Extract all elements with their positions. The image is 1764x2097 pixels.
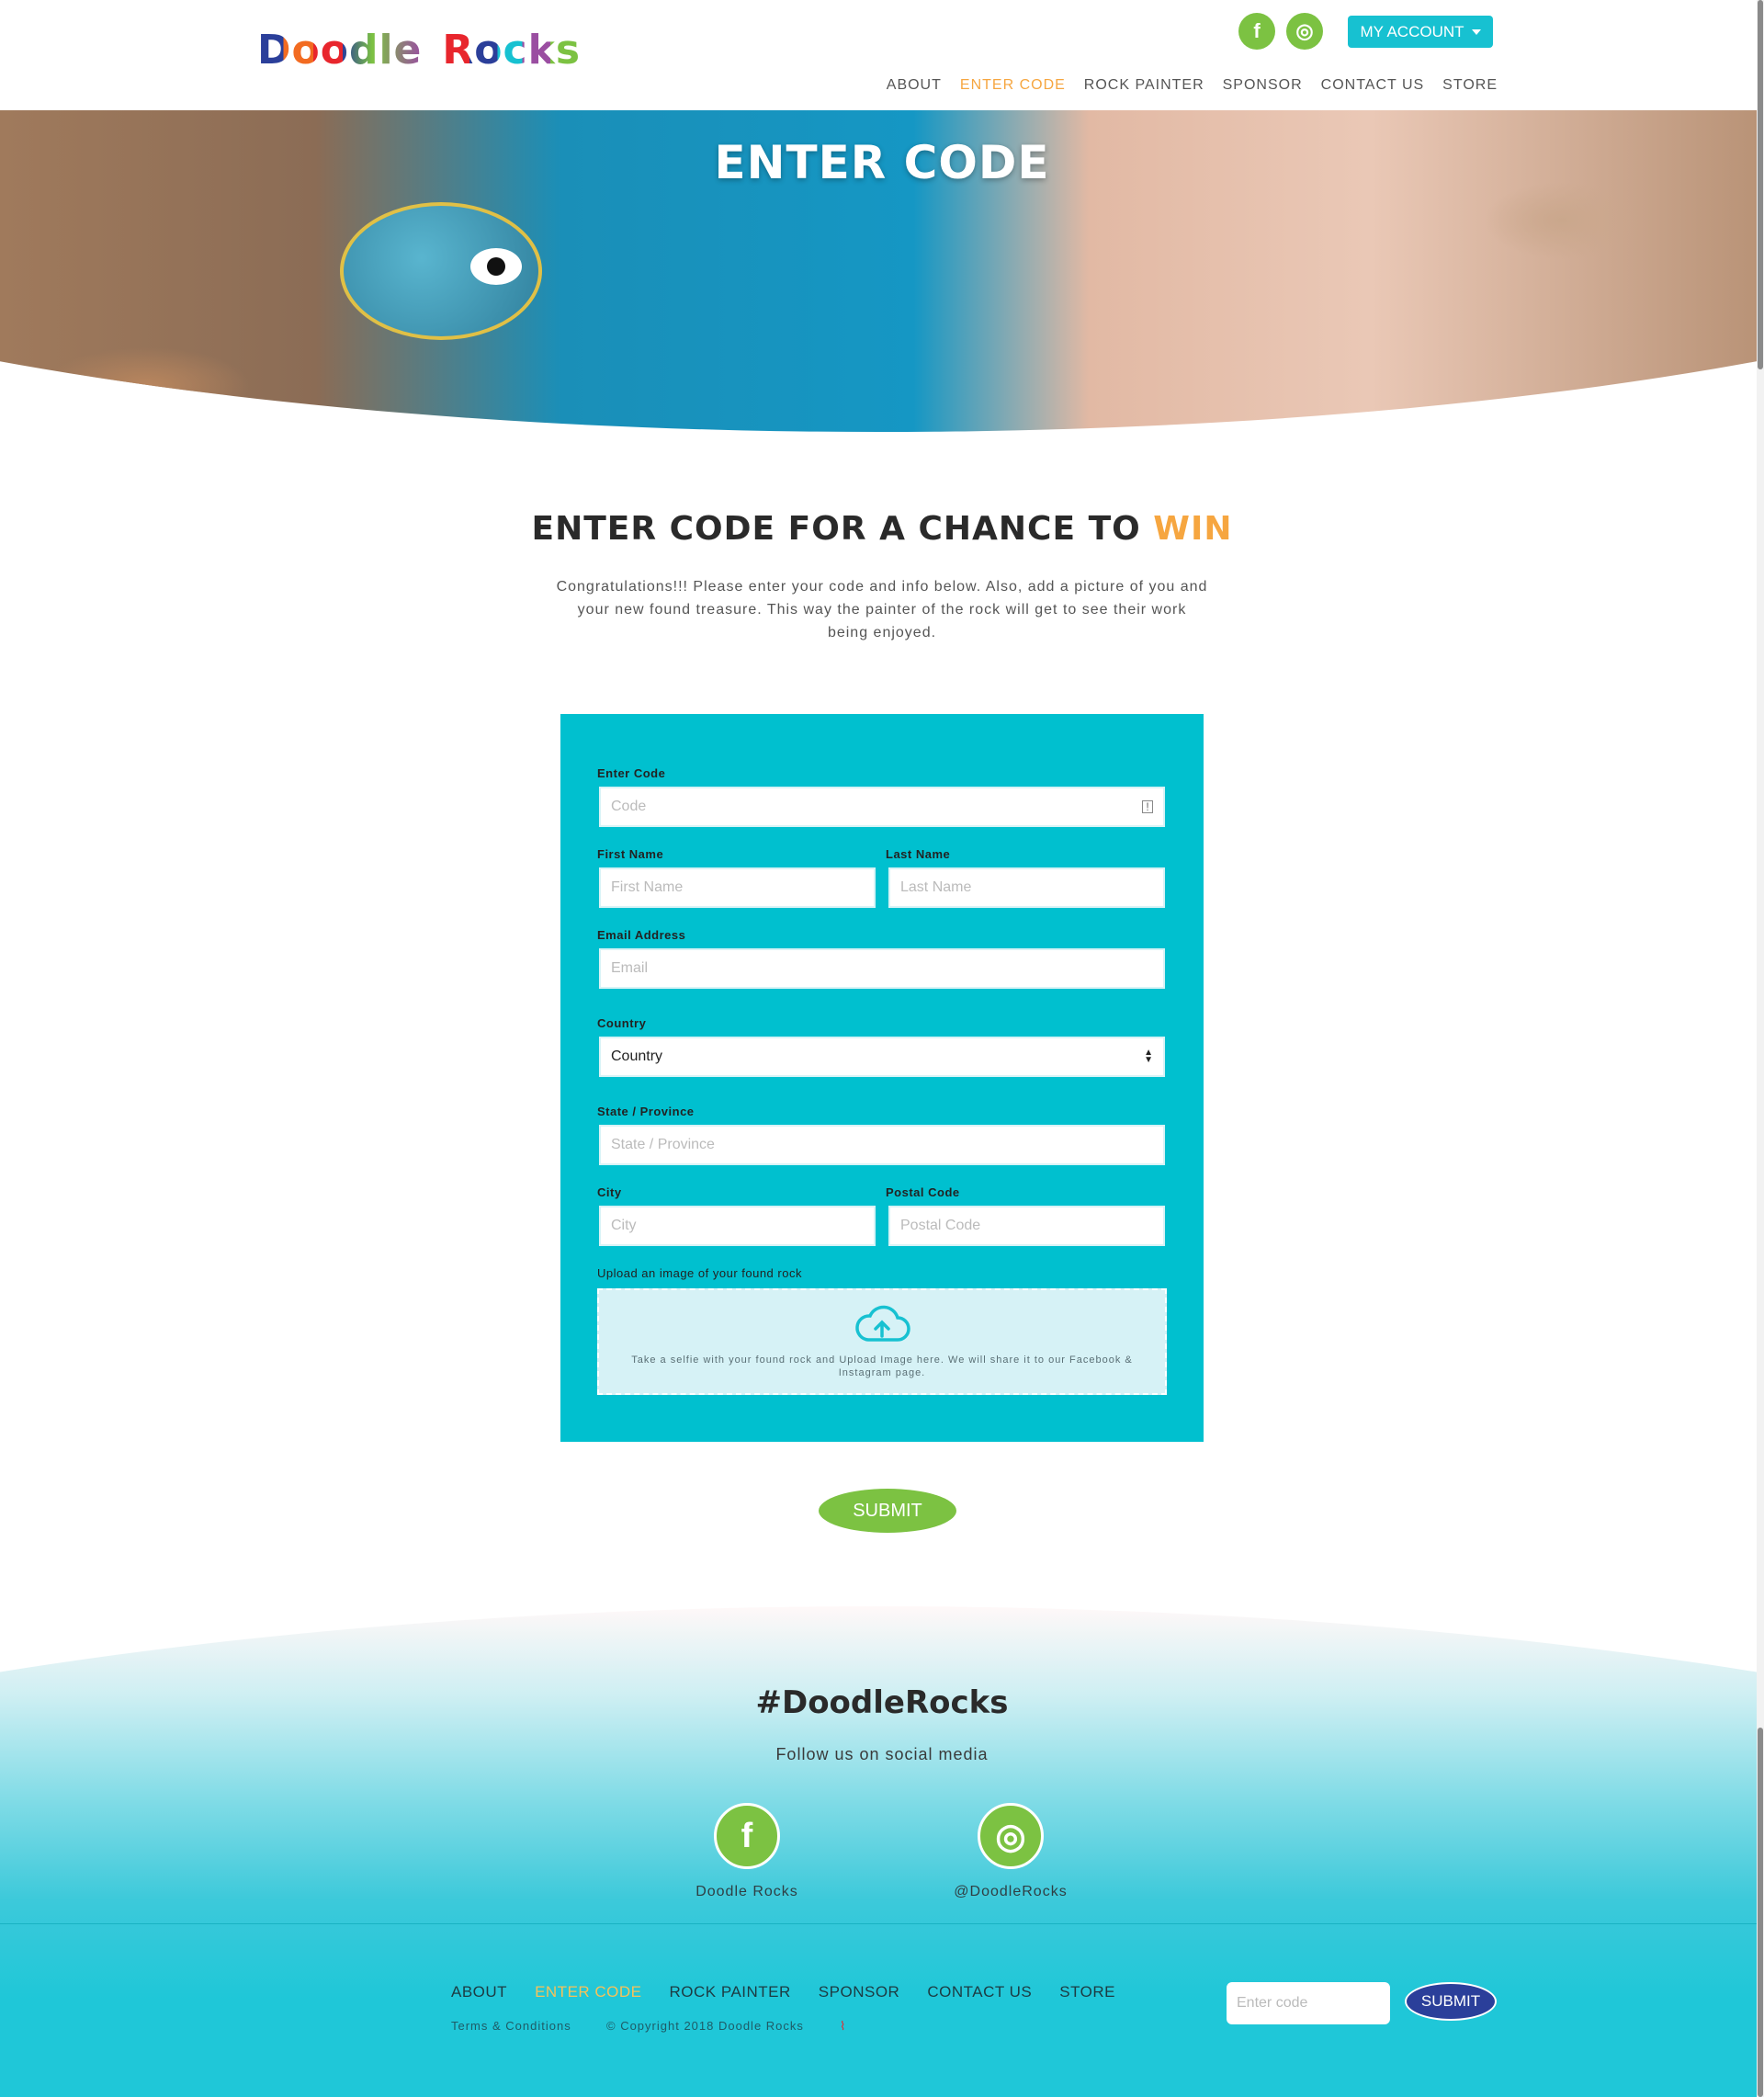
section-title-highlight: WIN	[1153, 510, 1233, 548]
facebook-icon: f	[1253, 19, 1261, 42]
city-placeholder: City	[611, 1218, 637, 1233]
image-upload-dropzone[interactable]: Take a selfie with your found rock and U…	[597, 1288, 1167, 1395]
section-title-prefix: ENTER CODE FOR A CHANCE TO	[531, 510, 1141, 548]
footer-instagram-label[interactable]: @DoodleRocks	[919, 1884, 1102, 1900]
upload-label: Upload an image of your found rock	[597, 1266, 802, 1280]
email-label: Email Address	[597, 928, 686, 942]
first-name-label: First Name	[597, 847, 664, 861]
site-header: Doodle Rocks f ◎ MY ACCOUNT ABOUT ENTER …	[0, 0, 1757, 110]
footer-code-placeholder: Enter code	[1237, 1995, 1308, 2011]
top-nav: ABOUT ENTER CODE ROCK PAINTER SPONSOR CO…	[887, 77, 1498, 94]
city-label: City	[597, 1185, 622, 1199]
page-scrollbar-thumb-lower[interactable]	[1758, 1728, 1763, 2097]
footer-nav: ABOUT ENTER CODE ROCK PAINTER SPONSOR CO…	[451, 1983, 1115, 2001]
footer-facebook-button[interactable]: f	[714, 1803, 780, 1869]
country-select[interactable]: Country ▲ ▼	[599, 1037, 1165, 1077]
info-icon: !	[1142, 800, 1153, 813]
my-account-dropdown[interactable]: MY ACCOUNT	[1348, 16, 1493, 48]
code-placeholder: Code	[611, 799, 647, 814]
page-scrollbar-thumb[interactable]	[1758, 0, 1763, 369]
maker-logo-icon[interactable]: ⌇	[840, 2019, 846, 2034]
logo-word-rocks: Rocks	[442, 26, 582, 74]
doodle-rocks-logo[interactable]: Doodle Rocks	[257, 26, 581, 74]
last-name-label: Last Name	[886, 847, 951, 861]
footer-nav-about[interactable]: ABOUT	[451, 1983, 507, 2001]
state-input[interactable]: State / Province	[599, 1125, 1165, 1165]
footer-nav-enter-code[interactable]: ENTER CODE	[535, 1983, 641, 2001]
nav-enter-code[interactable]: ENTER CODE	[960, 77, 1066, 94]
my-account-label: MY ACCOUNT	[1360, 22, 1464, 40]
follow-text: Follow us on social media	[775, 1745, 989, 1763]
hero-title: ENTER CODE	[714, 136, 1050, 189]
instagram-icon: ◎	[995, 1817, 1026, 1856]
cloud-upload-icon	[855, 1305, 910, 1342]
upload-instructions: Take a selfie with your found rock and U…	[631, 1355, 1133, 1378]
footer-submit-button[interactable]: SUBMIT	[1405, 1982, 1497, 2021]
country-label: Country	[597, 1016, 647, 1030]
nav-contact-us[interactable]: CONTACT US	[1321, 77, 1425, 94]
city-input[interactable]: City	[599, 1206, 876, 1246]
intro-text: Congratulations!!! Please enter your cod…	[556, 579, 1208, 640]
copyright-text: © Copyright 2018 Doodle Rocks	[606, 2019, 804, 2033]
postal-code-placeholder: Postal Code	[900, 1218, 981, 1233]
header-facebook-button[interactable]: f	[1238, 13, 1275, 50]
footer-nav-contact-us[interactable]: CONTACT US	[927, 1983, 1032, 2001]
footer-submit-label: SUBMIT	[1420, 1992, 1481, 2010]
hashtag-title: #DoodleRocks	[755, 1684, 1009, 1721]
nav-store[interactable]: STORE	[1442, 77, 1498, 94]
first-name-placeholder: First Name	[611, 879, 684, 895]
terms-link[interactable]: Terms & Conditions	[451, 2019, 571, 2033]
header-instagram-button[interactable]: ◎	[1286, 13, 1323, 50]
footer-nav-store[interactable]: STORE	[1059, 1983, 1115, 2001]
last-name-input[interactable]: Last Name	[888, 867, 1165, 908]
footer-divider	[0, 1923, 1757, 1924]
footer-facebook-label[interactable]: Doodle Rocks	[655, 1884, 839, 1900]
facebook-icon: f	[741, 1816, 753, 1855]
postal-code-label: Postal Code	[886, 1185, 960, 1199]
caret-down-icon	[1471, 28, 1481, 35]
instagram-icon: ◎	[1295, 19, 1314, 42]
code-label: Enter Code	[597, 766, 666, 780]
footer-nav-rock-painter[interactable]: ROCK PAINTER	[670, 1983, 791, 2001]
submit-label: SUBMIT	[853, 1500, 922, 1521]
select-arrows-icon: ▲ ▼	[1144, 1048, 1153, 1065]
email-input[interactable]: Email	[599, 948, 1165, 989]
logo-word-doodle: Doodle	[257, 26, 423, 74]
first-name-input[interactable]: First Name	[599, 867, 876, 908]
state-placeholder: State / Province	[611, 1137, 715, 1152]
footer-code-input[interactable]: Enter code	[1227, 1982, 1390, 2024]
nav-sponsor[interactable]: SPONSOR	[1223, 77, 1303, 94]
rock-eye-decoration	[470, 248, 522, 285]
footer-instagram-button[interactable]: ◎	[978, 1803, 1044, 1869]
last-name-placeholder: Last Name	[900, 879, 972, 895]
state-label: State / Province	[597, 1105, 695, 1118]
enter-code-form: Enter Code Code ! First Name First Name …	[560, 714, 1204, 1442]
section-title: ENTER CODE FOR A CHANCE TO WIN	[0, 510, 1764, 548]
footer-nav-sponsor[interactable]: SPONSOR	[819, 1983, 900, 2001]
nav-about[interactable]: ABOUT	[887, 77, 942, 94]
country-selected-value: Country	[611, 1048, 663, 1064]
nav-rock-painter[interactable]: ROCK PAINTER	[1084, 77, 1204, 94]
email-placeholder: Email	[611, 960, 649, 976]
submit-button[interactable]: SUBMIT	[819, 1489, 956, 1533]
postal-code-input[interactable]: Postal Code	[888, 1206, 1165, 1246]
code-input[interactable]: Code !	[599, 787, 1165, 827]
footer	[0, 1606, 1757, 2097]
